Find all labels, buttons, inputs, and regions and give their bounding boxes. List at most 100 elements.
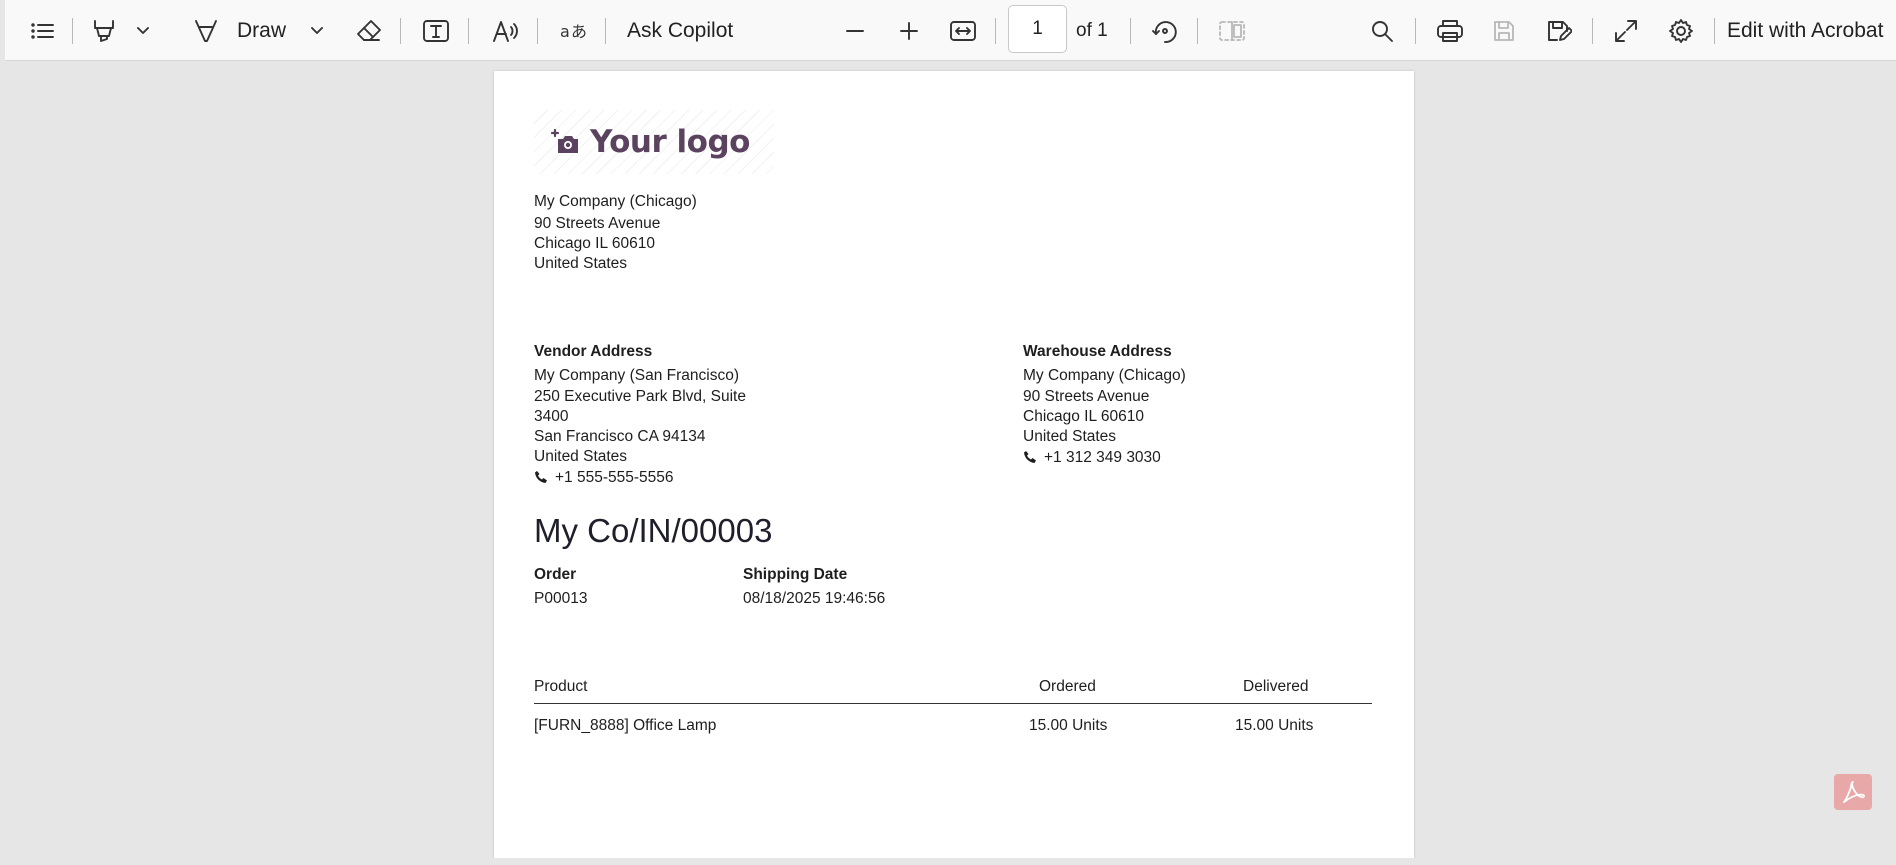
separator <box>1415 18 1416 44</box>
print-button[interactable] <box>1432 0 1468 61</box>
eraser-button[interactable] <box>353 0 385 61</box>
separator <box>605 18 606 44</box>
separator <box>1197 18 1198 44</box>
row-delivered: 15.00 Units <box>1235 717 1314 734</box>
highlight-button[interactable] <box>89 0 119 61</box>
order-label: Order <box>534 566 577 583</box>
read-aloud-button[interactable] <box>489 0 525 61</box>
warehouse-phone: +1 312 349 3030 <box>1023 448 1161 468</box>
delivered-column-header: Delivered <box>1243 678 1309 695</box>
page-number-input[interactable]: 1 <box>1008 5 1067 53</box>
draw-icon <box>195 19 217 42</box>
logo-text: Your logo <box>590 124 750 160</box>
eraser-icon <box>357 19 381 41</box>
separator <box>1592 18 1593 44</box>
save-as-button[interactable] <box>1541 0 1577 61</box>
edit-with-acrobat-label: Edit with Acrobat <box>1727 18 1884 42</box>
draw-tool-button[interactable] <box>191 0 221 61</box>
contents-button[interactable] <box>23 0 63 61</box>
company-logo: Your logo <box>534 110 774 174</box>
warehouse-name: My Company (Chicago) <box>1023 367 1186 384</box>
draw-label: Draw <box>237 18 287 42</box>
save-icon <box>1494 20 1514 41</box>
separator <box>468 18 469 44</box>
vendor-phone: +1 555-555-5556 <box>534 468 674 488</box>
ask-copilot-button[interactable]: Ask Copilot <box>627 0 747 61</box>
separator <box>537 18 538 44</box>
separator <box>995 18 996 44</box>
ask-copilot-label: Ask Copilot <box>627 18 734 42</box>
order-value: P00013 <box>534 590 588 607</box>
document-viewport[interactable]: Your logo My Company (Chicago) 90 Street… <box>5 61 1896 861</box>
translate-button[interactable]: a あ <box>557 0 591 61</box>
fullscreen-button[interactable] <box>1608 0 1644 61</box>
vendor-address-heading: Vendor Address <box>534 343 653 360</box>
phone-icon <box>535 471 547 483</box>
warehouse-phone-number: +1 312 349 3030 <box>1044 449 1161 466</box>
warehouse-street: 90 Streets Avenue <box>1023 388 1150 405</box>
two-page-button <box>1214 0 1250 61</box>
company-street: 90 Streets Avenue <box>534 215 661 232</box>
company-name: My Company (Chicago) <box>534 193 697 210</box>
warehouse-address-heading: Warehouse Address <box>1023 343 1172 360</box>
bottom-edge <box>0 858 1896 865</box>
draw-options-button[interactable] <box>307 0 327 61</box>
phone-icon <box>1024 451 1036 463</box>
company-country: United States <box>534 255 628 272</box>
search-icon <box>1372 20 1393 42</box>
product-column-header: Product <box>534 678 588 695</box>
vendor-city: San Francisco CA 94134 <box>534 428 706 445</box>
company-city: Chicago IL 60610 <box>534 235 655 252</box>
separator <box>1130 18 1131 44</box>
chevron-down-icon <box>137 26 149 34</box>
row-product: [FURN_8888] Office Lamp <box>534 717 717 734</box>
zoom-out-button[interactable] <box>838 0 872 61</box>
draw-label-button[interactable]: Draw <box>237 0 289 61</box>
toolbar: Draw a あ Ask Copilot 1 of 1 Edit with Ac… <box>5 0 1896 61</box>
settings-icon <box>1669 18 1693 43</box>
edit-with-acrobat-button[interactable]: Edit with Acrobat <box>1727 0 1896 61</box>
rotate-button[interactable] <box>1148 0 1182 61</box>
zoom-in-icon <box>900 21 918 40</box>
fullscreen-icon <box>1615 19 1637 42</box>
separator <box>400 18 401 44</box>
search-button[interactable] <box>1365 0 1399 61</box>
warehouse-country: United States <box>1023 428 1117 445</box>
pdf-page: Your logo My Company (Chicago) 90 Street… <box>494 71 1414 861</box>
page-total: of 1 <box>1076 0 1120 61</box>
vendor-street: 250 Executive Park Blvd, Suite <box>534 388 746 405</box>
table-row: [FURN_8888] Office Lamp 15.00 Units 15.0… <box>534 716 1372 738</box>
contents-icon <box>31 22 54 39</box>
row-ordered: 15.00 Units <box>1029 717 1108 734</box>
zoom-in-button[interactable] <box>892 0 926 61</box>
page-total-label: of 1 <box>1076 19 1108 41</box>
svg-text:a: a <box>560 22 570 41</box>
warehouse-city: Chicago IL 60610 <box>1023 408 1144 425</box>
shipping-date-value: 08/18/2025 19:46:56 <box>743 590 886 607</box>
settings-button[interactable] <box>1663 0 1699 61</box>
add-text-button[interactable] <box>419 0 453 61</box>
shipping-date-label: Shipping Date <box>743 566 848 583</box>
two-page-icon <box>1219 20 1245 41</box>
acrobat-icon <box>1842 781 1865 804</box>
highlight-icon <box>94 19 114 42</box>
text-box-icon <box>423 19 449 42</box>
read-aloud-icon <box>493 20 518 42</box>
highlight-options-button[interactable] <box>133 0 153 61</box>
vendor-name: My Company (San Francisco) <box>534 367 740 384</box>
chevron-down-icon <box>311 26 323 34</box>
separator <box>1714 18 1715 44</box>
vendor-phone-number: +1 555-555-5556 <box>555 469 674 486</box>
print-icon <box>1437 19 1463 42</box>
document-title: My Co/IN/00003 <box>534 512 773 549</box>
svg-text:あ: あ <box>571 22 587 41</box>
fit-width-button[interactable] <box>945 0 981 61</box>
table-header: Product Ordered Delivered <box>534 674 1372 704</box>
save-as-icon <box>1548 20 1572 41</box>
translate-icon: a あ <box>560 22 587 41</box>
save-button <box>1487 0 1521 61</box>
separator <box>72 18 73 44</box>
acrobat-button[interactable] <box>1834 774 1872 810</box>
vendor-country: United States <box>534 448 628 465</box>
rotate-icon <box>1152 20 1177 43</box>
